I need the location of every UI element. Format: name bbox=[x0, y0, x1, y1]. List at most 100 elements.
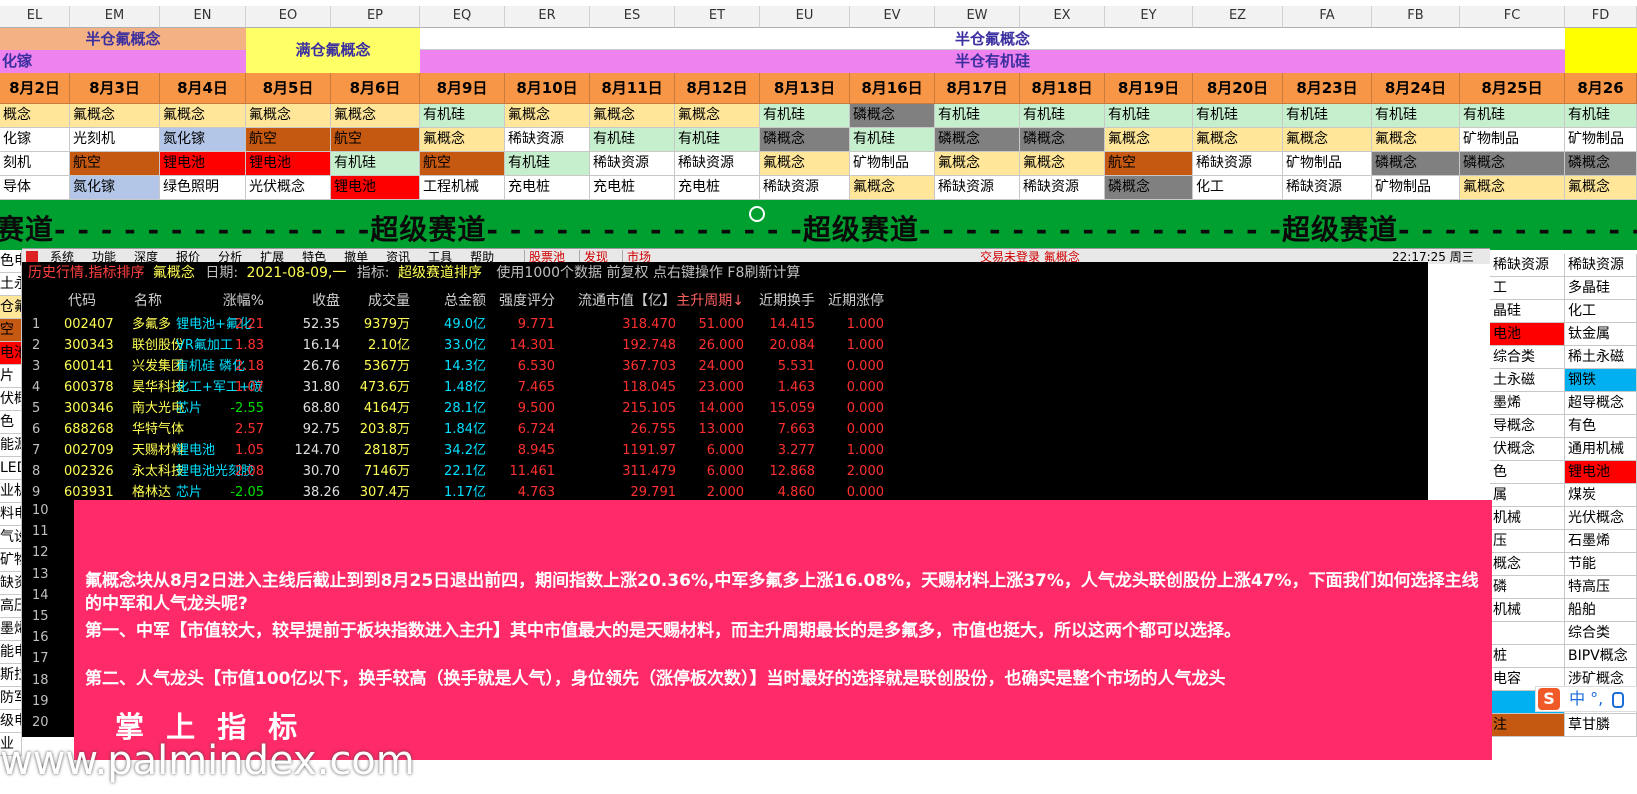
sector-cell[interactable]: 氟概念 bbox=[1283, 128, 1372, 152]
left-cell[interactable]: 土永 bbox=[0, 273, 22, 296]
right-cell-partial[interactable]: 注 bbox=[1490, 714, 1565, 737]
sector-cell[interactable]: 光伏概念 bbox=[246, 176, 331, 200]
left-cell[interactable]: 业机 bbox=[0, 480, 22, 503]
left-cell[interactable]: 缺资 bbox=[0, 572, 22, 595]
right-cell-partial[interactable]: 压 bbox=[1490, 530, 1565, 553]
sector-cell[interactable]: 氟概念 bbox=[505, 104, 590, 128]
quote-row[interactable]: 2 300343 联创股份 VR氟加工 1.83 16.14 2.10亿 33.0亿 14.30… bbox=[22, 335, 902, 356]
sector-cell[interactable]: 刻机 bbox=[0, 152, 70, 176]
column-letter[interactable]: EW bbox=[935, 6, 1020, 28]
sector-cell[interactable]: 矿物制品 bbox=[850, 152, 935, 176]
sector-cell[interactable]: 有机硅 bbox=[420, 104, 505, 128]
sector-cell[interactable]: 有机硅 bbox=[1565, 104, 1637, 128]
left-cell[interactable]: 防军 bbox=[0, 687, 22, 710]
sector-cell[interactable]: 化工 bbox=[1193, 176, 1283, 200]
right-cell[interactable]: 钛金属 bbox=[1565, 323, 1637, 346]
right-cell-partial[interactable]: 机械 bbox=[1490, 507, 1565, 530]
sector-cell[interactable]: 氟概念 bbox=[850, 176, 935, 200]
column-letter[interactable]: EX bbox=[1020, 6, 1105, 28]
sector-cell[interactable]: 锂电池 bbox=[160, 152, 246, 176]
column-letter[interactable]: EN bbox=[160, 6, 246, 28]
left-cell[interactable]: 墨烯 bbox=[0, 618, 22, 641]
column-letter[interactable]: EZ bbox=[1193, 6, 1283, 28]
sector-cell[interactable]: 充电桩 bbox=[675, 176, 760, 200]
date-cell[interactable]: 8月4日 bbox=[160, 73, 246, 104]
left-cell[interactable]: 斯拉 bbox=[0, 664, 22, 687]
right-cell[interactable]: 石墨烯 bbox=[1565, 530, 1637, 553]
sector-cell[interactable]: 氟概念 bbox=[590, 104, 675, 128]
right-cell-partial[interactable]: 属 bbox=[1490, 484, 1565, 507]
sector-cell[interactable]: 有机硅 bbox=[760, 104, 850, 128]
sector-cell[interactable]: 稀缺资源 bbox=[1193, 152, 1283, 176]
date-cell[interactable]: 8月10日 bbox=[505, 73, 590, 104]
sector-cell[interactable]: 氟概念 bbox=[1020, 152, 1105, 176]
date-cell[interactable]: 8月9日 bbox=[420, 73, 505, 104]
date-cell[interactable]: 8月24日 bbox=[1372, 73, 1460, 104]
sector-cell[interactable]: 光刻机 bbox=[70, 128, 160, 152]
left-cell[interactable]: 能电 bbox=[0, 641, 22, 664]
right-cell-partial[interactable]: 导概念 bbox=[1490, 415, 1565, 438]
sector-cell[interactable]: 矿物制品 bbox=[1372, 176, 1460, 200]
right-cell[interactable]: 化工 bbox=[1565, 300, 1637, 323]
column-header[interactable]: 强度评分 bbox=[493, 290, 555, 312]
sector-cell[interactable]: 有机硅 bbox=[1283, 104, 1372, 128]
sector-cell[interactable]: 稀缺资源 bbox=[1283, 176, 1372, 200]
sector-cell[interactable]: 有机硅 bbox=[331, 152, 420, 176]
quote-row[interactable]: 6 688268 华特气体 2.57 92.75 203.8万 1.84亿 6.724 26.7… bbox=[22, 419, 902, 440]
sector-cell[interactable]: 氟概念 bbox=[1193, 128, 1283, 152]
sector-cell[interactable]: 氟概念 bbox=[760, 152, 850, 176]
sector-cell[interactable]: 矿物制品 bbox=[1565, 128, 1637, 152]
sector-cell[interactable]: 氟概念 bbox=[1372, 128, 1460, 152]
right-cell[interactable]: 锂电池 bbox=[1565, 461, 1637, 484]
date-cell[interactable]: 8月6日 bbox=[331, 73, 420, 104]
column-header[interactable]: 成交量 bbox=[350, 290, 410, 312]
sector-cell[interactable]: 导体 bbox=[0, 176, 70, 200]
quote-row[interactable]: 4 600378 昊华科技 化工+军工+碳 1.07 31.80 473.6万 1.48亿 7.… bbox=[22, 377, 902, 398]
right-cell[interactable]: 节能 bbox=[1565, 553, 1637, 576]
left-cell[interactable]: LED bbox=[0, 457, 22, 480]
sector-cell[interactable]: 稀缺资源 bbox=[760, 176, 850, 200]
left-cell[interactable]: 仓氟 bbox=[0, 296, 22, 319]
column-letter[interactable]: EO bbox=[246, 6, 331, 28]
left-cell[interactable]: 矿物 bbox=[0, 549, 22, 572]
date-cell[interactable]: 8月20日 bbox=[1193, 73, 1283, 104]
sector-cell[interactable]: 氟概念 bbox=[1565, 176, 1637, 200]
left-cell[interactable]: 料电 bbox=[0, 503, 22, 526]
sector-cell[interactable]: 锂电池 bbox=[246, 152, 331, 176]
date-cell[interactable]: 8月11日 bbox=[590, 73, 675, 104]
right-cell[interactable]: 通用机械 bbox=[1565, 438, 1637, 461]
column-letter[interactable]: EM bbox=[70, 6, 160, 28]
sector-cell[interactable]: 磷概念 bbox=[935, 128, 1020, 152]
sector-cell[interactable]: 磷概念 bbox=[1020, 128, 1105, 152]
column-letter[interactable]: ET bbox=[675, 6, 760, 28]
column-letter[interactable]: FB bbox=[1372, 6, 1460, 28]
ime-mic-icon[interactable] bbox=[1612, 691, 1625, 708]
column-header[interactable]: 名称 bbox=[134, 290, 194, 312]
right-cell-partial[interactable]: 电池 bbox=[1490, 323, 1565, 346]
column-letter[interactable]: FA bbox=[1283, 6, 1372, 28]
right-cell-partial[interactable]: 机械 bbox=[1490, 599, 1565, 622]
sector-cell[interactable]: 充电桩 bbox=[590, 176, 675, 200]
date-cell[interactable]: 8月16日 bbox=[850, 73, 935, 104]
date-cell[interactable]: 8月26 bbox=[1565, 73, 1637, 104]
sector-cell[interactable]: 氟概念 bbox=[70, 104, 160, 128]
column-header[interactable]: 总金额 bbox=[426, 290, 486, 312]
date-cell[interactable]: 8月3日 bbox=[70, 73, 160, 104]
sector-cell[interactable]: 氟概念 bbox=[420, 128, 505, 152]
right-cell[interactable]: 船舶 bbox=[1565, 599, 1637, 622]
right-cell-partial[interactable]: 磷 bbox=[1490, 576, 1565, 599]
right-cell[interactable]: 钢铁 bbox=[1565, 369, 1637, 392]
column-header[interactable]: 主升周期↓ bbox=[674, 290, 744, 312]
right-cell[interactable]: 多晶硅 bbox=[1565, 277, 1637, 300]
sector-cell[interactable]: 磷概念 bbox=[1105, 176, 1193, 200]
sector-cell[interactable]: 有机硅 bbox=[1020, 104, 1105, 128]
sector-cell[interactable]: 有机硅 bbox=[1105, 104, 1193, 128]
quote-row[interactable]: 8 002326 永太科技 锂电池光刻胶 2.08 30.70 7146万 22.1亿 11.4… bbox=[22, 461, 902, 482]
ime-indicator[interactable]: S 中 °, bbox=[1535, 686, 1637, 712]
left-cell[interactable]: 气设 bbox=[0, 526, 22, 549]
sector-cell[interactable]: 锂电池 bbox=[331, 176, 420, 200]
sector-cell[interactable]: 矿物制品 bbox=[1283, 152, 1372, 176]
column-header[interactable]: 流通市值【亿】 bbox=[556, 290, 676, 312]
sector-cell[interactable]: 有机硅 bbox=[935, 104, 1020, 128]
right-cell-partial[interactable]: 稀缺资源 bbox=[1490, 254, 1565, 277]
